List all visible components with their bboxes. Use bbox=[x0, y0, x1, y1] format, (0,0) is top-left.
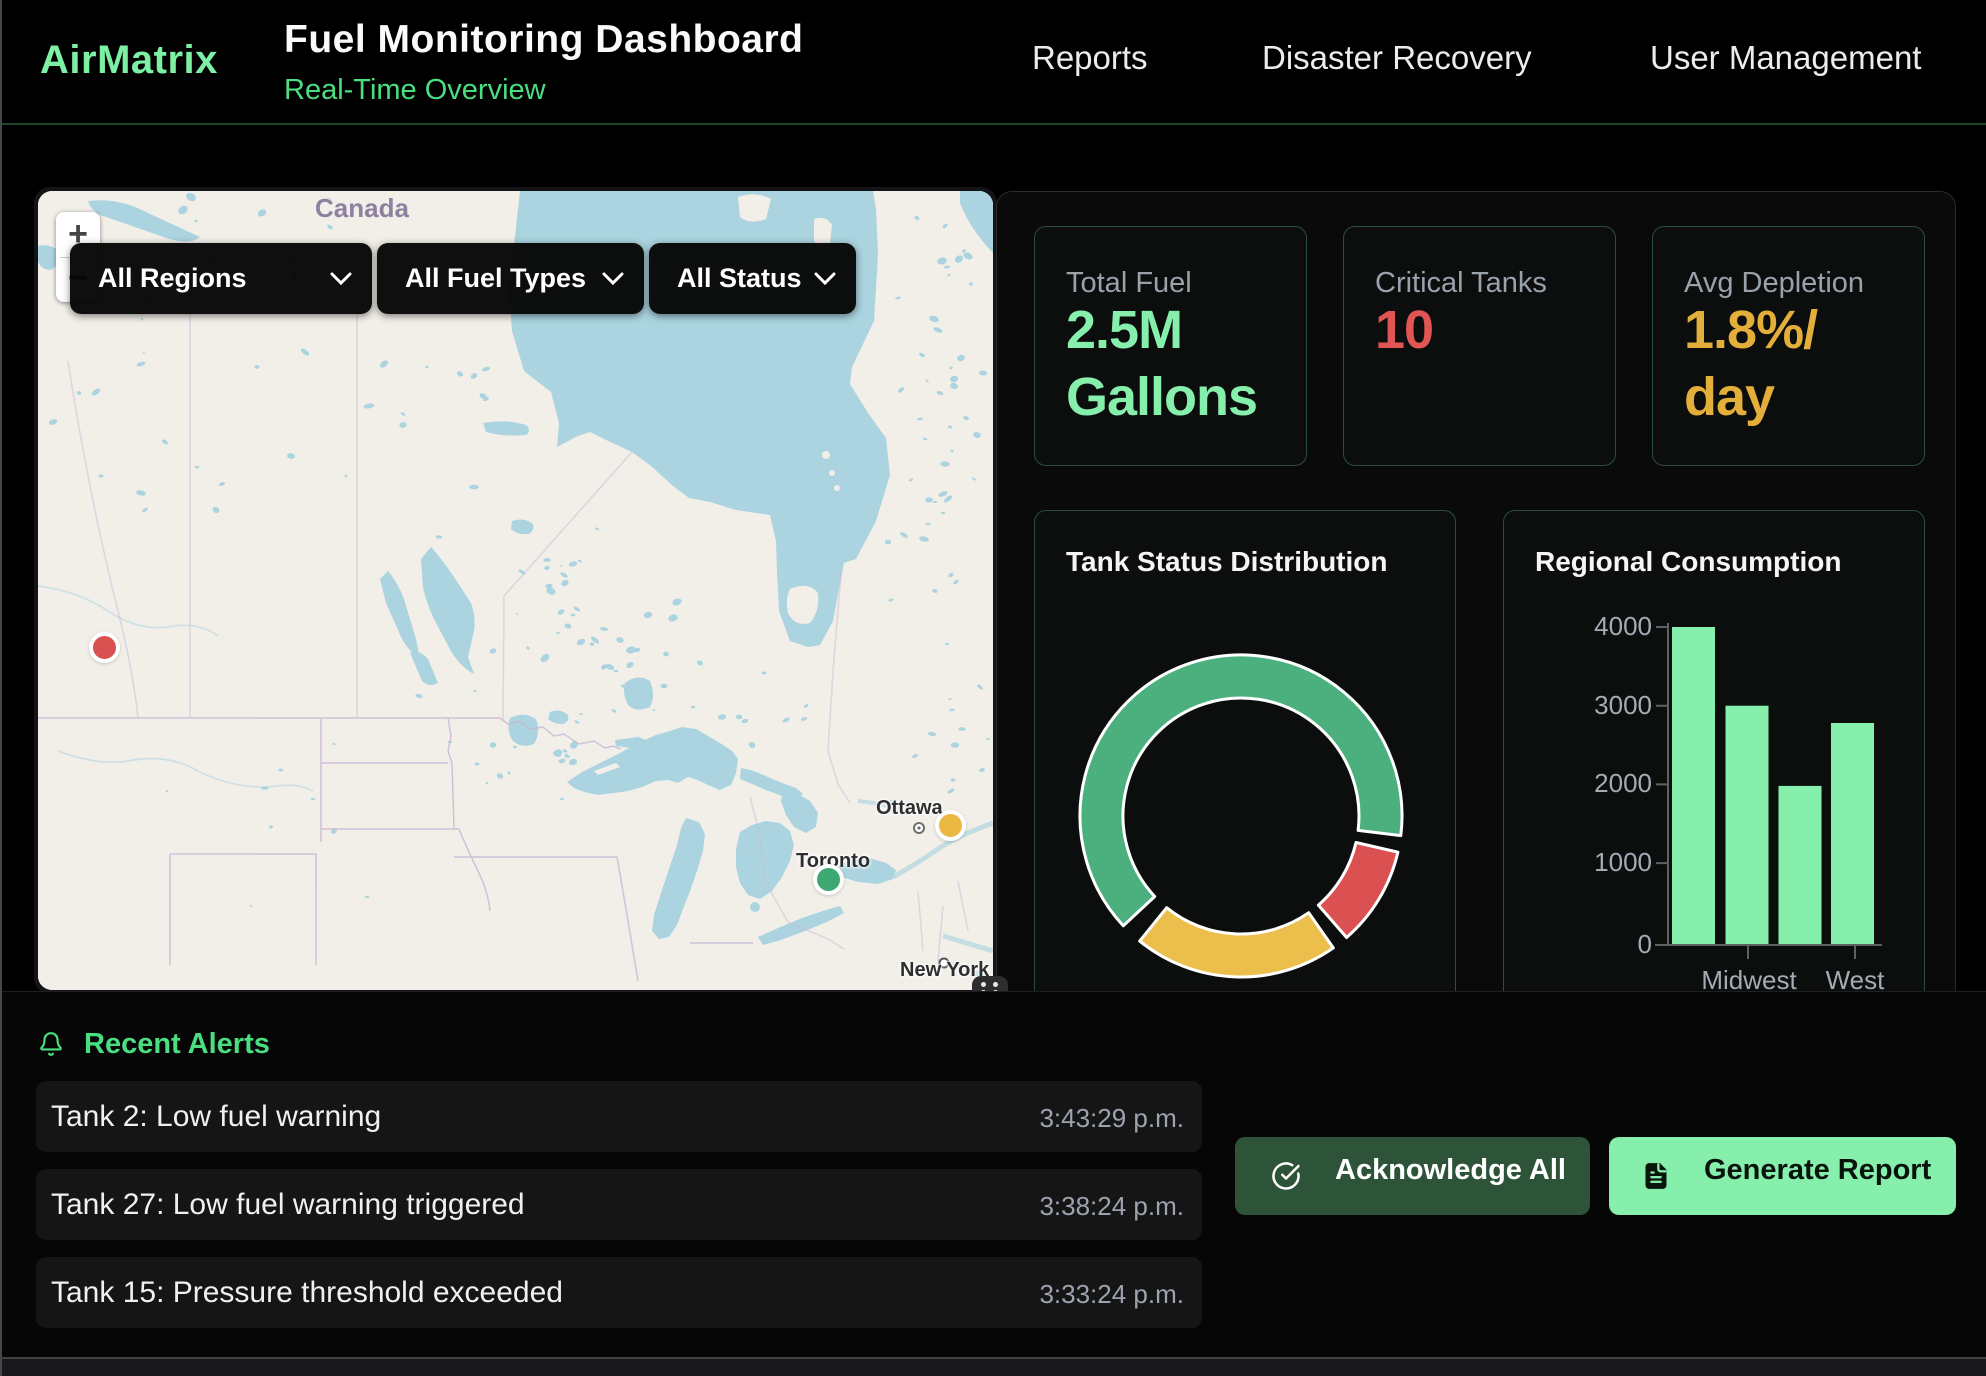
svg-text:0: 0 bbox=[1638, 929, 1652, 959]
svg-text:2000: 2000 bbox=[1594, 768, 1652, 798]
svg-text:4000: 4000 bbox=[1594, 611, 1652, 641]
svg-text:1000: 1000 bbox=[1594, 847, 1652, 877]
svg-text:3000: 3000 bbox=[1594, 690, 1652, 720]
